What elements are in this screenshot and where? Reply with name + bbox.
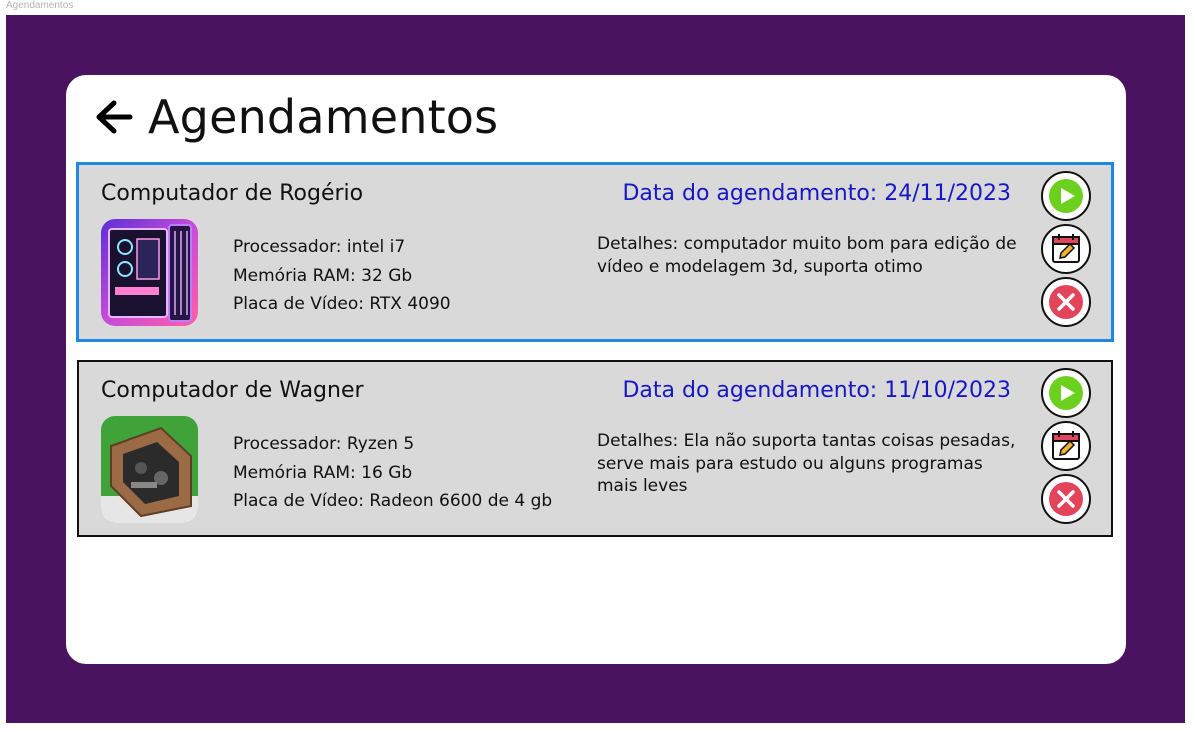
start-button[interactable] [1041,368,1091,418]
calendar-edit-icon [1052,234,1080,263]
frame-label: Agendamentos [6,0,74,11]
spec-gpu: Placa de Vídeo: Radeon 6600 de 4 gb [233,491,553,511]
close-icon [1049,285,1083,319]
appointment-card[interactable]: Computador de Wagner Data do agendamento… [77,360,1113,537]
spec-ram: Memória RAM: 16 Gb [233,462,413,483]
card-actions [1041,171,1095,327]
spec-processor: Processador: intel i7 [233,237,406,257]
computer-name: Computador de Rogério [101,181,364,206]
appointment-date: Data do agendamento: 11/10/2023 [622,378,1011,403]
arrow-left-icon [96,100,133,134]
card-actions [1041,368,1095,524]
app-frame: Agendamentos Computador de Rogério Data … [6,15,1185,723]
cancel-button[interactable] [1041,474,1091,524]
page-title: Agendamentos [148,90,499,144]
specs-list: Processador: Ryzen 5 Memória RAM: 16 Gb … [233,430,552,516]
play-icon [1049,179,1083,213]
page-header: Agendamentos [92,89,498,145]
computer-name: Computador de Wagner [101,378,364,403]
spec-processor: Processador: Ryzen 5 [233,434,415,454]
appointment-card[interactable]: Computador de Rogério Data do agendament… [77,163,1113,341]
reschedule-button[interactable] [1041,224,1091,274]
appointment-date: Data do agendamento: 24/11/2023 [622,181,1011,206]
calendar-edit-icon [1052,431,1080,460]
computer-image [101,219,198,326]
close-icon [1049,482,1083,516]
computer-image [101,416,198,523]
specs-list: Processador: intel i7 Memória RAM: 32 Gb… [233,233,451,319]
start-button[interactable] [1041,171,1091,221]
details-text: Detalhes: Ela não suporta tantas coisas … [597,431,1016,496]
cancel-button[interactable] [1041,277,1091,327]
main-panel: Agendamentos Computador de Rogério Data … [66,75,1126,664]
back-button[interactable] [92,95,136,139]
reschedule-button[interactable] [1041,421,1091,471]
play-icon [1049,376,1083,410]
spec-gpu: Placa de Vídeo: RTX 4090 [233,294,451,314]
details-text: Detalhes: computador muito bom para ediç… [597,234,1017,277]
spec-ram: Memória RAM: 32 Gb [233,265,413,286]
